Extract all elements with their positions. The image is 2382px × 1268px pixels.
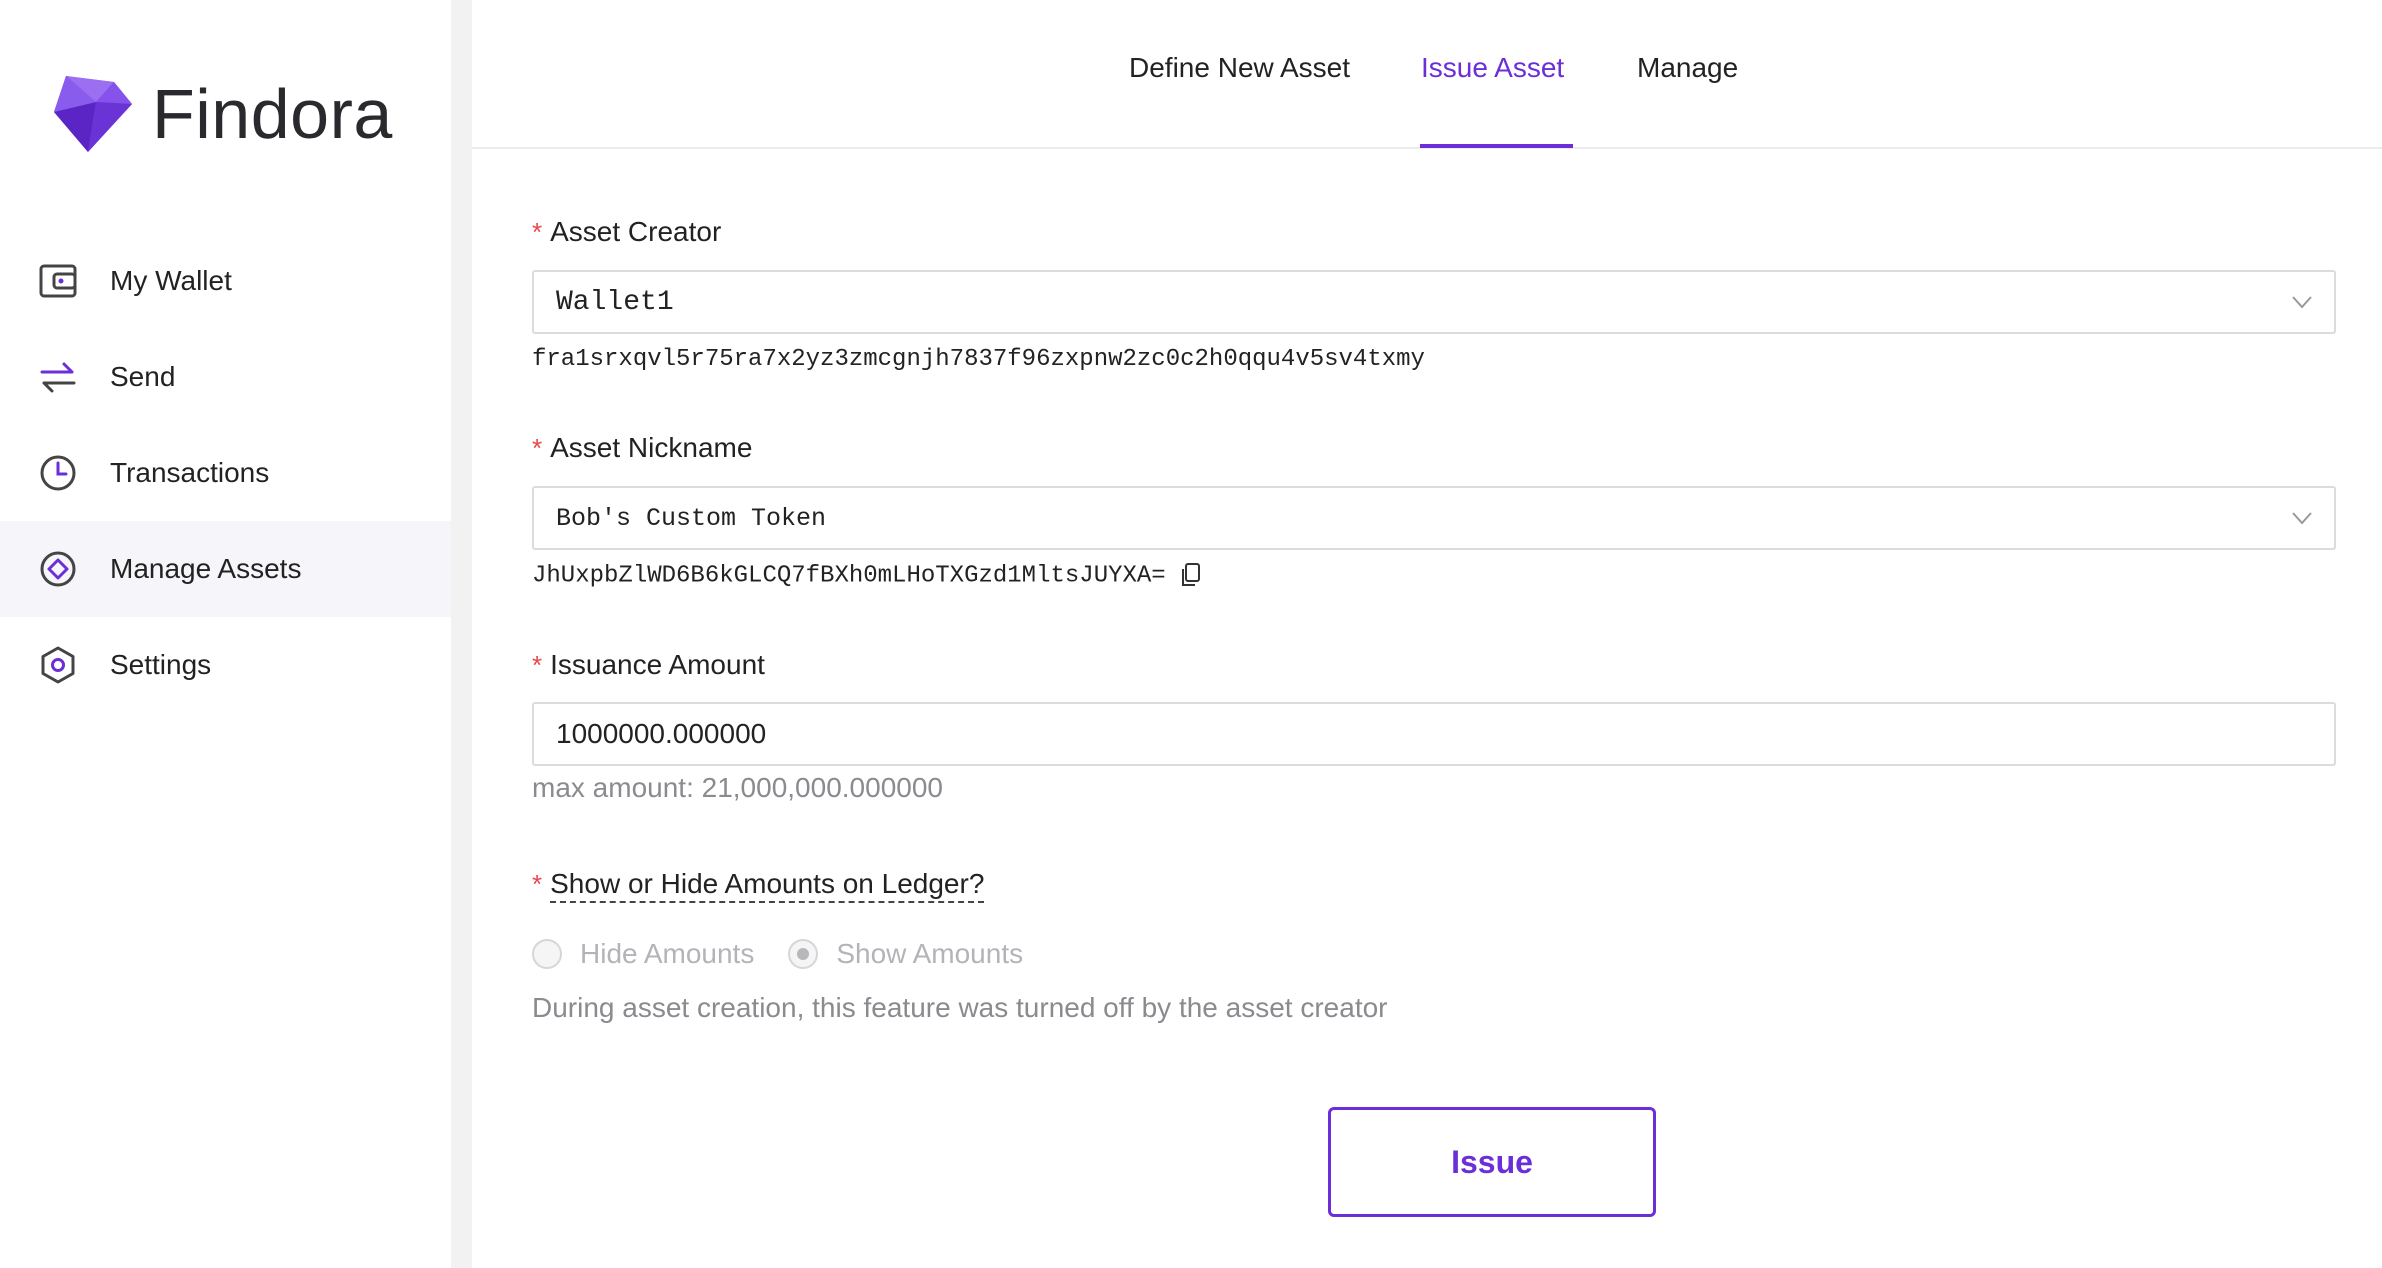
asset-nickname-value: Bob's Custom Token (556, 503, 827, 533)
asset-creator-value: Wallet1 (556, 286, 674, 318)
visibility-note: During asset creation, this feature was … (532, 992, 1388, 1023)
sidebar-item-label: Settings (110, 649, 212, 680)
asset-nickname-select[interactable]: Bob's Custom Token (532, 486, 2336, 550)
asset-creator-select[interactable]: Wallet1 (532, 270, 2336, 334)
required-asterisk: * (532, 433, 543, 463)
sidebar: Findora My Wallet Send Transactions Mana… (0, 0, 451, 1268)
sidebar-item-label: My Wallet (110, 265, 232, 296)
required-asterisk: * (532, 650, 543, 680)
transfer-arrows-icon (36, 355, 80, 399)
diamond-circle-icon (36, 547, 80, 591)
sidebar-item-send[interactable]: Send (0, 329, 451, 425)
show-amounts-label: Show Amounts (836, 938, 1024, 969)
issuance-amount-input[interactable]: 1000000.000000 (532, 702, 2336, 766)
main-content: Define New Asset Issue Asset Manage * Ass… (472, 0, 2382, 1268)
chevron-down-icon (2292, 296, 2312, 309)
wallet-icon (36, 259, 80, 303)
issuance-amount-value: 1000000.000000 (556, 718, 767, 749)
chevron-down-icon (2292, 512, 2312, 525)
visibility-label-text[interactable]: Show or Hide Amounts on Ledger? (550, 868, 985, 903)
visibility-label: * Show or Hide Amounts on Ledger? (532, 868, 985, 903)
hexagon-gear-icon (36, 643, 80, 687)
sidebar-item-label: Send (110, 361, 176, 392)
asset-code-line: JhUxpbZlWD6B6kGLCQ7fBXh0mLHoTXGzd1MltsJU… (532, 562, 1202, 589)
clock-icon (36, 451, 80, 495)
asset-nickname-label: * Asset Nickname (532, 432, 753, 463)
issue-button[interactable]: Issue (1328, 1107, 1656, 1217)
brand-name: Findora (152, 75, 393, 153)
asset-code: JhUxpbZlWD6B6kGLCQ7fBXh0mLHoTXGzd1MltsJU… (532, 562, 1166, 590)
issuance-amount-label: * Issuance Amount (532, 649, 765, 680)
sidebar-item-manage-assets[interactable]: Manage Assets (0, 521, 451, 617)
tab-define-new-asset[interactable]: Define New Asset (1129, 52, 1350, 84)
tab-manage[interactable]: Manage (1637, 52, 1738, 84)
sidebar-item-label: Manage Assets (110, 553, 302, 584)
max-amount-hint: max amount: 21,000,000.000000 (532, 772, 943, 803)
tab-issue-asset[interactable]: Issue Asset (1421, 52, 1564, 84)
brand-logo[interactable]: Findora (52, 72, 393, 156)
tab-bar: Define New Asset Issue Asset Manage (472, 0, 2382, 149)
required-asterisk: * (532, 217, 543, 247)
sidebar-item-transactions[interactable]: Transactions (0, 425, 451, 521)
copy-icon[interactable] (1180, 562, 1202, 588)
sidebar-nav: My Wallet Send Transactions Manage Asset… (0, 233, 451, 713)
show-amounts-radio[interactable] (788, 939, 819, 969)
hide-amounts-label: Hide Amounts (580, 938, 755, 969)
hide-amounts-radio[interactable] (532, 939, 562, 969)
visibility-radio-group: Hide Amounts Show Amounts (532, 938, 1057, 970)
asset-creator-label: * Asset Creator (532, 216, 722, 247)
asset-creator-address: fra1srxqvl5r75ra7x2yz3zmcgnjh7837f96zxpn… (532, 346, 1425, 373)
required-asterisk: * (532, 869, 543, 899)
active-tab-indicator (1420, 144, 1573, 148)
sidebar-item-settings[interactable]: Settings (0, 617, 451, 713)
sidebar-item-my-wallet[interactable]: My Wallet (0, 233, 451, 329)
sidebar-item-label: Transactions (110, 457, 270, 488)
sidebar-divider (451, 0, 472, 1268)
findora-gem-icon (54, 76, 132, 152)
